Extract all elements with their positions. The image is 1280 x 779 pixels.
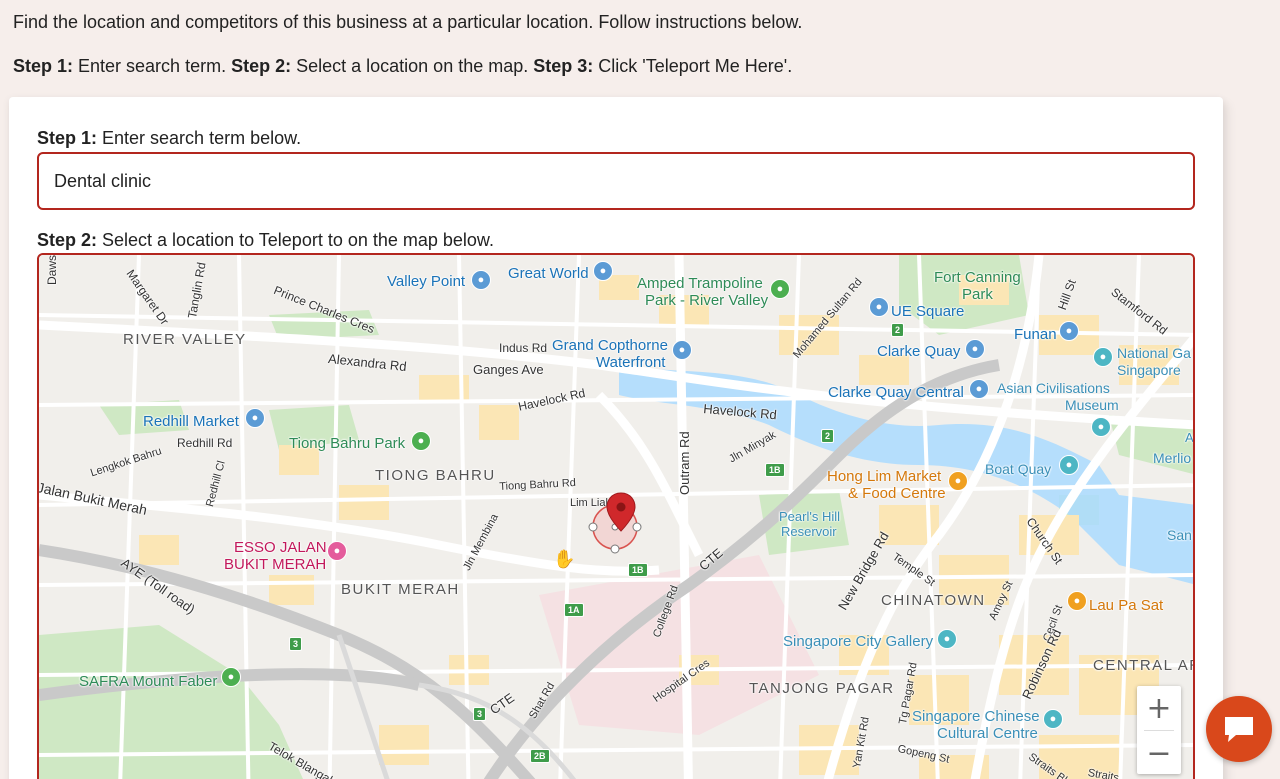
exit-badge: 1B	[765, 463, 785, 477]
fuel-icon[interactable]: ●	[327, 541, 347, 561]
museum-icon[interactable]: ●	[1043, 709, 1063, 729]
poi-sg-chinese-2[interactable]: Cultural Centre	[937, 725, 1038, 742]
search-input[interactable]	[37, 152, 1195, 210]
exit-badge: 3	[473, 707, 487, 721]
selected-location-pin-icon[interactable]	[587, 491, 647, 561]
area-chinatown: CHINATOWN	[881, 592, 986, 609]
poi-boat-quay[interactable]: Boat Quay	[985, 461, 1051, 477]
zoom-control: + −	[1137, 686, 1181, 774]
step2-label-bold: Step 2:	[37, 230, 98, 250]
poi-redhill-market[interactable]: Redhill Market	[143, 413, 239, 430]
poi-grand-copthorne-1[interactable]: Grand Copthorne	[552, 337, 668, 354]
museum-icon[interactable]: ●	[1093, 347, 1113, 367]
step3-bold: Step 3:	[533, 56, 594, 76]
shopping-bag-icon[interactable]: ●	[593, 261, 613, 281]
poi-san: San	[1167, 527, 1192, 543]
area-tiong-bahru: TIONG BAHRU	[375, 467, 496, 484]
poi-sg-chinese-1[interactable]: Singapore Chinese	[912, 708, 1040, 725]
poi-amped-1[interactable]: Amped Trampoline	[637, 275, 763, 292]
shopping-cart-icon[interactable]: ●	[245, 408, 265, 428]
road-indus-rd: Indus Rd	[499, 341, 548, 355]
poi-safra[interactable]: SAFRA Mount Faber	[79, 673, 217, 690]
shopping-bag-icon[interactable]: ●	[969, 379, 989, 399]
poi-amped-2[interactable]: Park - River Valley	[645, 292, 768, 309]
poi-clarke-quay[interactable]: Clarke Quay	[877, 343, 960, 360]
exit-badge: 1A	[564, 603, 584, 617]
poi-a: A	[1185, 430, 1194, 445]
shopping-bag-icon[interactable]: ●	[1059, 321, 1079, 341]
shopping-bag-icon[interactable]: ●	[869, 297, 889, 317]
shopping-bag-icon[interactable]: ●	[965, 339, 985, 359]
step1-bold: Step 1:	[13, 56, 74, 76]
poi-hong-lim-1[interactable]: Hong Lim Market	[827, 468, 941, 485]
poi-fort-canning-1[interactable]: Fort Canning	[934, 269, 1021, 286]
area-central: CENTRAL AR	[1093, 657, 1195, 674]
drag-hand-icon: ✋	[553, 549, 576, 569]
poi-funan[interactable]: Funan	[1014, 326, 1057, 343]
museum-icon[interactable]: ●	[937, 629, 957, 649]
shopping-bag-icon[interactable]: ●	[471, 270, 491, 290]
poi-sg-city-gallery[interactable]: Singapore City Gallery	[783, 633, 933, 650]
chat-button[interactable]	[1206, 696, 1272, 762]
poi-tiong-bahru-park[interactable]: Tiong Bahru Park	[289, 435, 405, 452]
step2-label: Step 2: Select a location to Teleport to…	[37, 229, 494, 251]
poi-asian-civ-1[interactable]: Asian Civilisations	[997, 380, 1110, 396]
area-river-valley: RIVER VALLEY	[123, 331, 247, 348]
exit-badge: 2	[891, 323, 905, 337]
food-icon[interactable]: ●	[1067, 591, 1087, 611]
tree-icon[interactable]: ●	[411, 431, 431, 451]
step1-label-bold: Step 1:	[37, 128, 98, 148]
park-pin-icon[interactable]: ●	[770, 279, 790, 299]
museum-icon[interactable]: ●	[1091, 417, 1111, 437]
step1-label-text: Enter search term below.	[97, 128, 302, 148]
road-redhill-rd: Redhill Rd	[177, 436, 233, 450]
chat-bubble-icon	[1225, 717, 1253, 742]
poi-pearls-hill-2[interactable]: Reservoir	[781, 524, 837, 539]
poi-national-gallery-1[interactable]: National Ga	[1117, 345, 1191, 361]
zoom-in-button[interactable]: +	[1137, 686, 1181, 730]
step2-bold: Step 2:	[231, 56, 292, 76]
poi-valley-point[interactable]: Valley Point	[387, 273, 465, 290]
step1-label: Step 1: Enter search term below.	[37, 127, 301, 149]
area-bukit-merah: BUKIT MERAH	[341, 581, 460, 598]
poi-fort-canning-2[interactable]: Park	[962, 286, 993, 303]
poi-great-world[interactable]: Great World	[508, 265, 589, 282]
teleport-card: Step 1: Enter search term below. Step 2:…	[9, 97, 1223, 779]
poi-clarke-quay-central[interactable]: Clarke Quay Central	[828, 384, 964, 401]
poi-national-gallery-2[interactable]: Singapore	[1117, 362, 1181, 378]
step2-text: Select a location on the map.	[291, 56, 534, 76]
poi-esso-2[interactable]: BUKIT MERAH	[224, 556, 326, 573]
intro-text: Find the location and competitors of thi…	[13, 12, 803, 32]
road-outram-rd: Outram Rd	[677, 431, 692, 495]
road-dawson: Dawso	[45, 253, 59, 285]
poi-asian-civ-2[interactable]: Museum	[1065, 397, 1119, 413]
poi-lau-pa-sat[interactable]: Lau Pa Sat	[1089, 597, 1163, 614]
landmark-icon[interactable]: ●	[1059, 455, 1079, 475]
exit-badge: 1B	[628, 563, 648, 577]
exit-badge: 2	[821, 429, 835, 443]
poi-merlion[interactable]: Merlio	[1153, 450, 1191, 466]
map-canvas[interactable]: RIVER VALLEY TIONG BAHRU BUKIT MERAH CHI…	[37, 253, 1195, 779]
poi-hong-lim-2[interactable]: & Food Centre	[848, 485, 946, 502]
poi-pearls-hill-1[interactable]: Pearl's Hill	[779, 509, 840, 524]
area-tanjong-pagar: TANJONG PAGAR	[749, 680, 895, 697]
step3-text: Click 'Teleport Me Here'.	[593, 56, 793, 76]
park-pin-icon[interactable]: ●	[221, 667, 241, 687]
zoom-out-button[interactable]: −	[1137, 731, 1181, 775]
hotel-bed-icon[interactable]: ●	[672, 340, 692, 360]
poi-ue-square[interactable]: UE Square	[891, 303, 964, 320]
step2-label-text: Select a location to Teleport to on the …	[97, 230, 494, 250]
step1-text: Enter search term.	[73, 56, 232, 76]
food-icon[interactable]: ●	[948, 471, 968, 491]
road-ganges-ave: Ganges Ave	[473, 362, 544, 377]
steps-summary: Step 1: Enter search term. Step 2: Selec…	[13, 55, 792, 77]
exit-badge: 3	[289, 637, 303, 651]
poi-grand-copthorne-2[interactable]: Waterfront	[596, 354, 665, 371]
poi-esso-1[interactable]: ESSO JALAN	[234, 539, 327, 556]
exit-badge: 2B	[530, 749, 550, 763]
